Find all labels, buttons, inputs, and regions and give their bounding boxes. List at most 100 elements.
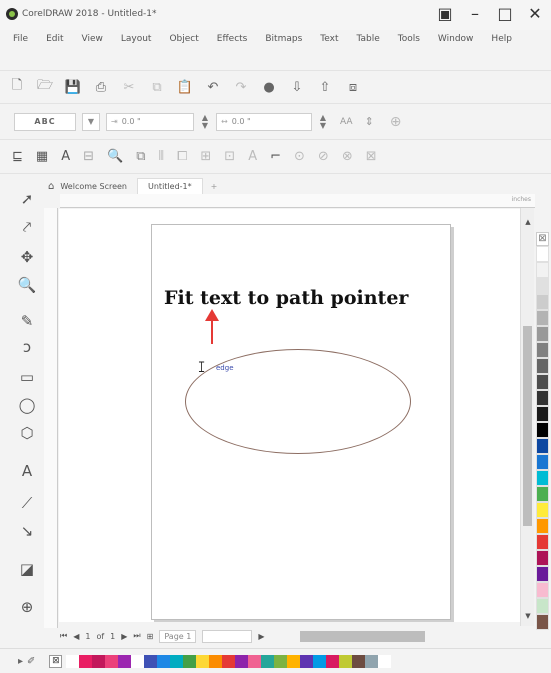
palette-swatch[interactable] [536,406,549,422]
scroll-up-icon[interactable]: ▲ [523,218,533,228]
transform-tool-icon[interactable]: ✥ [16,246,38,268]
no-color-swatch[interactable]: ⊠ [536,232,549,246]
add-page-icon[interactable]: ⊞ [147,632,154,641]
palette-swatch[interactable] [536,246,549,262]
snap-marks-icon[interactable]: ⇕ [365,115,374,128]
menu-table[interactable]: Table [356,34,379,65]
group-icon[interactable]: ⊞ [200,149,211,164]
palette-swatch[interactable] [536,278,549,294]
intersect-icon[interactable]: ⊗ [342,149,353,164]
edit-text-icon[interactable]: ⊟ [83,149,94,164]
document-palette-swatch[interactable] [196,654,210,668]
weld-icon[interactable]: ⊙ [294,149,305,164]
horizontal-ruler[interactable]: inches [60,194,535,208]
text-properties-icon[interactable]: A [61,149,70,164]
palette-swatch[interactable] [536,342,549,358]
document-palette-swatch[interactable] [378,654,392,668]
palette-swatch[interactable] [536,502,549,518]
cut-icon[interactable]: ✂ [120,80,138,95]
font-icon[interactable]: A [248,149,257,164]
print-icon[interactable]: ⎙ [92,80,110,95]
paste-icon[interactable]: 📋 [176,80,194,95]
document-palette-swatch[interactable] [131,654,145,668]
palette-swatch[interactable] [536,454,549,470]
document-palette-swatch[interactable] [365,654,379,668]
add-tab-button[interactable]: + [203,182,226,191]
document-palette-swatch[interactable] [287,654,301,668]
menu-edit[interactable]: Edit [46,34,63,65]
restore-down-icon[interactable]: ▣ [435,4,455,23]
palette-swatch[interactable] [536,358,549,374]
drawing-canvas[interactable]: Fit text to path pointer ꕯ edge [59,209,522,622]
palette-swatch[interactable] [536,310,549,326]
rectangle-tool-icon[interactable]: ▭ [16,366,38,388]
menu-bitmaps[interactable]: Bitmaps [265,34,302,65]
export-icon[interactable]: ⇧ [316,80,334,95]
page-tab[interactable]: Page 1 [159,629,197,643]
ungroup-icon[interactable]: ⊡ [224,149,235,164]
document-palette-swatch[interactable] [248,654,262,668]
combine-icon[interactable]: ⊠ [366,149,377,164]
open-document-icon[interactable]: 🗁 [36,76,54,98]
publish-icon[interactable]: ⧈ [344,80,362,95]
document-palette-swatch[interactable] [66,654,80,668]
previous-page-icon[interactable]: ◀ [73,632,79,641]
menu-layout[interactable]: Layout [121,34,152,65]
menu-window[interactable]: Window [438,34,474,65]
vertical-ruler[interactable] [44,208,58,628]
palette-swatch[interactable] [536,422,549,438]
copy-icon[interactable]: ⧉ [148,80,166,95]
add-icon[interactable]: ⊕ [390,114,402,130]
palette-swatch[interactable] [536,566,549,582]
document-palette-swatch[interactable] [170,654,184,668]
document-palette-swatch[interactable] [235,654,249,668]
document-palette-swatch[interactable] [313,654,327,668]
last-page-icon[interactable]: ⏭ [133,631,140,641]
polygon-tool-icon[interactable]: ⬡ [16,422,38,444]
import-icon[interactable]: ⇩ [288,80,306,95]
chevron-down-icon[interactable]: ▼ [82,112,100,131]
distance-spinner[interactable]: ▲ ▼ [200,113,210,130]
horizontal-scroll-thumb[interactable] [300,630,426,642]
palette-swatch[interactable] [536,614,549,630]
parallel-dimension-icon[interactable]: ⟋ [16,492,38,514]
freehand-tool-icon[interactable]: ✎ [16,310,38,332]
page-tab-blank[interactable] [202,629,253,643]
zoom-tool-icon[interactable]: 🔍 [16,274,38,296]
document-palette-swatch[interactable] [300,654,314,668]
document-palette-swatch[interactable] [274,654,288,668]
node-icon[interactable]: ⌐ [270,149,281,164]
document-palette-swatch[interactable] [92,654,106,668]
document-palette-swatch[interactable] [79,654,93,668]
new-document-icon[interactable]: 🗋 [8,76,26,98]
menu-effects[interactable]: Effects [217,34,248,65]
mirror-text-icon[interactable]: AA [340,117,353,127]
trim-icon[interactable]: ⊘ [318,149,329,164]
scroll-right-icon[interactable]: ▶ [258,632,264,641]
palette-swatch[interactable] [536,486,549,502]
offset-field[interactable]: ↔ 0.0 " [216,112,312,131]
connector-tool-icon[interactable]: ↘ [16,520,38,542]
fit-page-icon[interactable]: ⧉ [136,149,145,164]
menu-tools[interactable]: Tools [398,34,420,65]
palette-swatch[interactable] [536,390,549,406]
palette-swatch[interactable] [536,326,549,342]
shape-tool-icon[interactable]: ⤤ [16,216,38,238]
fill-tool-icon[interactable]: ◪ [16,558,38,580]
palette-swatch[interactable] [536,470,549,486]
close-button[interactable]: ✕ [525,4,545,23]
align-icon[interactable]: ⊑ [12,149,23,164]
document-palette-swatch[interactable] [105,654,119,668]
menu-file[interactable]: File [13,34,28,65]
text-tool-icon[interactable]: A [16,460,38,482]
menu-help[interactable]: Help [491,34,512,65]
palette-swatch[interactable] [536,294,549,310]
eyedropper-icon[interactable]: ▸✐ [18,656,39,667]
distribute-icon[interactable]: ⫴ [159,149,164,164]
document-palette-swatch[interactable] [352,654,366,668]
undo-icon[interactable]: ↶ [204,80,222,95]
order-icon[interactable]: ⧠ [177,149,187,164]
document-palette-swatch[interactable] [326,654,340,668]
maximize-button[interactable]: □ [495,4,515,23]
document-palette-swatch[interactable] [209,654,223,668]
